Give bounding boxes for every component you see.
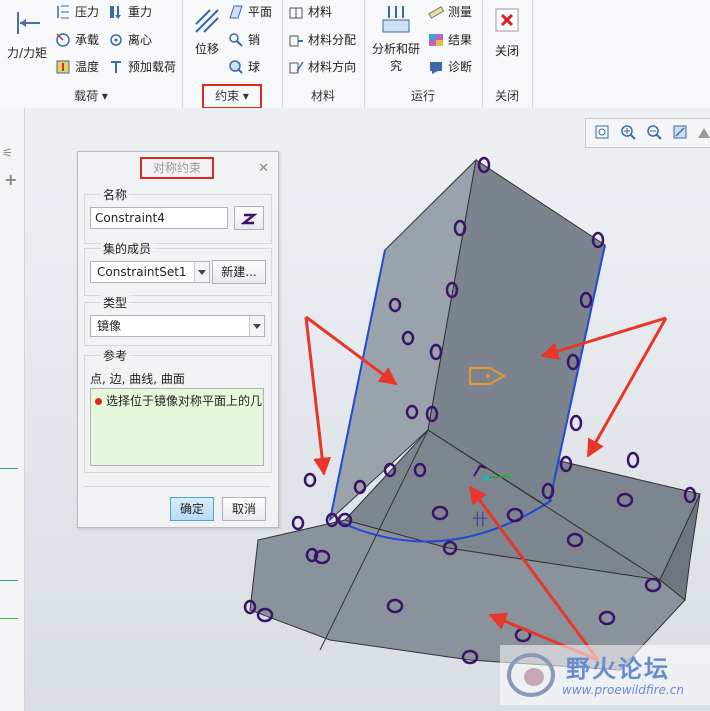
type-section-label: 类型 bbox=[101, 294, 130, 311]
repaint-icon[interactable] bbox=[672, 124, 688, 143]
dialog-close-icon[interactable]: ✕ bbox=[258, 161, 269, 176]
zoom-in-icon[interactable] bbox=[620, 124, 636, 143]
chevron-down-icon[interactable] bbox=[194, 262, 209, 282]
watermark-title: 野火论坛 bbox=[566, 655, 670, 683]
symmetry-constraint-dialog: 对称约束 ✕ 名称 Constraint4 集的成员 ConstraintSet… bbox=[77, 151, 279, 528]
type-select[interactable]: 镜像 bbox=[90, 315, 265, 337]
name-section-label: 名称 bbox=[101, 186, 130, 203]
reference-section: 参考 点, 边, 曲线, 曲面 选择位于镜像对称平面上的几 bbox=[84, 347, 272, 473]
reference-item[interactable]: 选择位于镜像对称平面上的几 bbox=[95, 392, 262, 409]
dialog-title-bar[interactable]: 对称约束 ✕ bbox=[78, 152, 278, 186]
color-icon bbox=[240, 211, 258, 225]
new-set-button[interactable]: 新建... bbox=[212, 260, 266, 284]
set-section-label: 集的成员 bbox=[101, 240, 154, 257]
ref-hint: 点, 边, 曲线, 曲面 bbox=[90, 372, 185, 386]
color-picker-button[interactable] bbox=[234, 206, 264, 230]
constraint-set-select[interactable]: ConstraintSet1 bbox=[90, 261, 210, 283]
zoom-out-icon[interactable] bbox=[646, 124, 662, 143]
chevron-down-icon[interactable] bbox=[249, 316, 264, 336]
reference-collector[interactable]: 选择位于镜像对称平面上的几 bbox=[90, 388, 264, 466]
name-section: 名称 Constraint4 bbox=[84, 186, 272, 244]
display-style-icon[interactable] bbox=[696, 124, 710, 143]
constraint-set-value: ConstraintSet1 bbox=[97, 265, 187, 279]
svg-text:卄: 卄 bbox=[472, 510, 488, 529]
cancel-button[interactable]: 取消 bbox=[222, 497, 266, 521]
constraint-name-input[interactable]: Constraint4 bbox=[90, 207, 228, 229]
view-toolbar bbox=[585, 118, 710, 148]
watermark-url: www.proewildfire.cn bbox=[562, 683, 684, 697]
watermark: 野火论坛 www.proewildfire.cn bbox=[500, 645, 710, 705]
constraint-set-section: 集的成员 ConstraintSet1 新建... bbox=[84, 240, 272, 296]
type-value: 镜像 bbox=[97, 319, 122, 333]
required-dot-icon bbox=[95, 398, 102, 405]
type-section: 类型 镜像 bbox=[84, 294, 272, 346]
ref-section-label: 参考 bbox=[101, 347, 130, 364]
ok-button[interactable]: 确定 bbox=[170, 497, 214, 521]
watermark-logo-icon bbox=[507, 653, 555, 697]
reference-item-text: 选择位于镜像对称平面上的几 bbox=[106, 394, 263, 408]
dialog-title: 对称约束 bbox=[140, 157, 214, 179]
refit-icon[interactable] bbox=[594, 124, 610, 143]
dialog-divider bbox=[84, 486, 270, 487]
